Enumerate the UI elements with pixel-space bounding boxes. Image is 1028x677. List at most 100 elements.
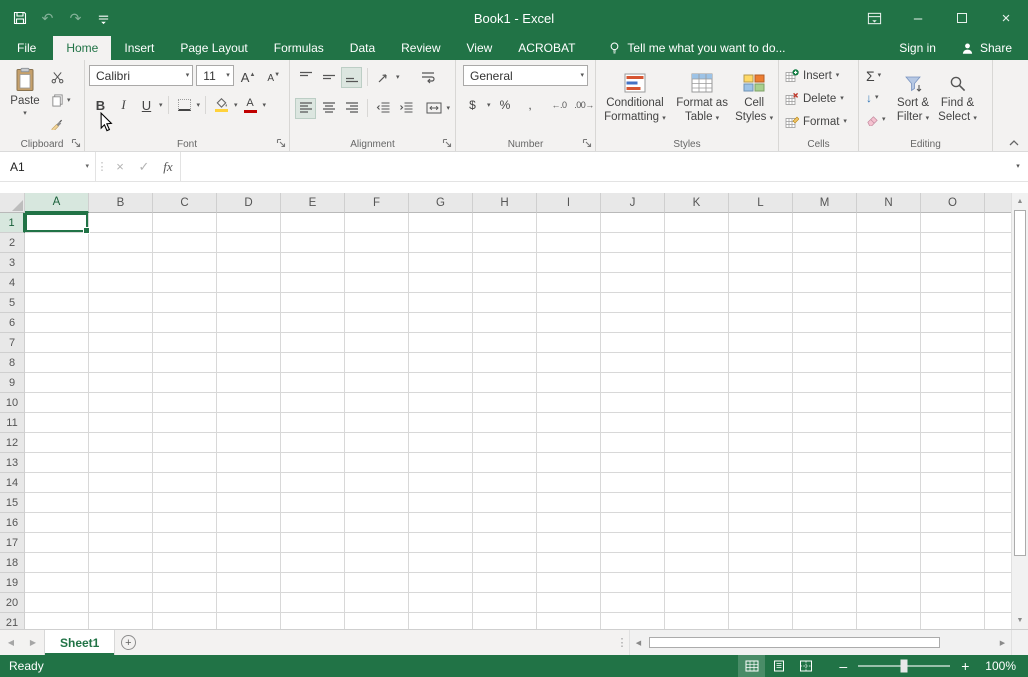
cell-g14[interactable] (409, 473, 473, 493)
cell-j12[interactable] (601, 433, 665, 453)
cell-b6[interactable] (89, 313, 153, 333)
save-button[interactable] (6, 4, 33, 32)
cell-m19[interactable] (793, 573, 857, 593)
top-align-button[interactable] (295, 67, 316, 88)
cell-f4[interactable] (345, 273, 409, 293)
wrap-text-button[interactable] (418, 67, 439, 88)
cell-h17[interactable] (473, 533, 537, 553)
minimize-button[interactable]: – (896, 0, 940, 36)
cell-k13[interactable] (665, 453, 729, 473)
cell-g9[interactable] (409, 373, 473, 393)
cell-o8[interactable] (921, 353, 985, 373)
cell-a2[interactable] (25, 233, 89, 253)
formula-bar-expand-button[interactable]: ▾ (1008, 152, 1028, 181)
cell-b10[interactable] (89, 393, 153, 413)
number-dialog-launcher[interactable] (582, 138, 592, 148)
cell-n3[interactable] (857, 253, 921, 273)
cell-f8[interactable] (345, 353, 409, 373)
cell-g17[interactable] (409, 533, 473, 553)
row-header-6[interactable]: 6 (0, 313, 25, 333)
font-dialog-launcher[interactable] (276, 138, 286, 148)
cell-c2[interactable] (153, 233, 217, 253)
cell-d15[interactable] (217, 493, 281, 513)
column-header-n[interactable]: N (857, 193, 921, 213)
cell-i19[interactable] (537, 573, 601, 593)
cell-h4[interactable] (473, 273, 537, 293)
cell-l6[interactable] (729, 313, 793, 333)
cell-g15[interactable] (409, 493, 473, 513)
cell-k1[interactable] (665, 213, 729, 233)
cell-f19[interactable] (345, 573, 409, 593)
cell-g12[interactable] (409, 433, 473, 453)
cell-l11[interactable] (729, 413, 793, 433)
cell-j21[interactable] (601, 613, 665, 629)
cell-c21[interactable] (153, 613, 217, 629)
increase-indent-button[interactable] (395, 98, 416, 119)
cell-l21[interactable] (729, 613, 793, 629)
cell-k19[interactable] (665, 573, 729, 593)
cell-d4[interactable] (217, 273, 281, 293)
cell-n8[interactable] (857, 353, 921, 373)
cell-m8[interactable] (793, 353, 857, 373)
cell-o13[interactable] (921, 453, 985, 473)
cell-o3[interactable] (921, 253, 985, 273)
cell-i8[interactable] (537, 353, 601, 373)
cell-n10[interactable] (857, 393, 921, 413)
cell-l17[interactable] (729, 533, 793, 553)
cell-b3[interactable] (89, 253, 153, 273)
cell-g6[interactable] (409, 313, 473, 333)
cell-n2[interactable] (857, 233, 921, 253)
cell-k14[interactable] (665, 473, 729, 493)
cell-m20[interactable] (793, 593, 857, 613)
cell-e14[interactable] (281, 473, 345, 493)
row-header-10[interactable]: 10 (0, 393, 25, 413)
cell-c14[interactable] (153, 473, 217, 493)
cell-c4[interactable] (153, 273, 217, 293)
row-header-12[interactable]: 12 (0, 433, 25, 453)
cell-e15[interactable] (281, 493, 345, 513)
cell-j5[interactable] (601, 293, 665, 313)
horizontal-scroll-thumb[interactable] (649, 637, 940, 648)
cell-f12[interactable] (345, 433, 409, 453)
tab-file[interactable]: File (0, 36, 53, 60)
cell-a11[interactable] (25, 413, 89, 433)
insert-function-button[interactable]: fx (156, 152, 180, 181)
cell-j11[interactable] (601, 413, 665, 433)
cell-b1[interactable] (89, 213, 153, 233)
cell-a19[interactable] (25, 573, 89, 593)
cell-j19[interactable] (601, 573, 665, 593)
cell-j17[interactable] (601, 533, 665, 553)
cell-d19[interactable] (217, 573, 281, 593)
cell-o10[interactable] (921, 393, 985, 413)
cell-m21[interactable] (793, 613, 857, 629)
cell-f16[interactable] (345, 513, 409, 533)
cell-d14[interactable] (217, 473, 281, 493)
cell-j6[interactable] (601, 313, 665, 333)
zoom-slider-thumb[interactable] (901, 660, 908, 673)
cell-o19[interactable] (921, 573, 985, 593)
cell-n15[interactable] (857, 493, 921, 513)
borders-button[interactable] (174, 95, 195, 116)
cell-a6[interactable] (25, 313, 89, 333)
cell-i4[interactable] (537, 273, 601, 293)
cell-b13[interactable] (89, 453, 153, 473)
page-layout-view-button[interactable] (765, 655, 792, 677)
cell-n16[interactable] (857, 513, 921, 533)
cell-i16[interactable] (537, 513, 601, 533)
cell-o1[interactable] (921, 213, 985, 233)
sign-in-button[interactable]: Sign in (884, 36, 951, 60)
cell-c17[interactable] (153, 533, 217, 553)
cell-m10[interactable] (793, 393, 857, 413)
cell-g5[interactable] (409, 293, 473, 313)
cell-l5[interactable] (729, 293, 793, 313)
cell-g19[interactable] (409, 573, 473, 593)
cell-n17[interactable] (857, 533, 921, 553)
zoom-slider[interactable] (858, 665, 950, 667)
cell-e3[interactable] (281, 253, 345, 273)
cell-i13[interactable] (537, 453, 601, 473)
cell-a13[interactable] (25, 453, 89, 473)
cell-j20[interactable] (601, 593, 665, 613)
cell-h15[interactable] (473, 493, 537, 513)
conditional-formatting-button[interactable]: Conditional Formatting ▾ (598, 65, 672, 125)
cell-i12[interactable] (537, 433, 601, 453)
